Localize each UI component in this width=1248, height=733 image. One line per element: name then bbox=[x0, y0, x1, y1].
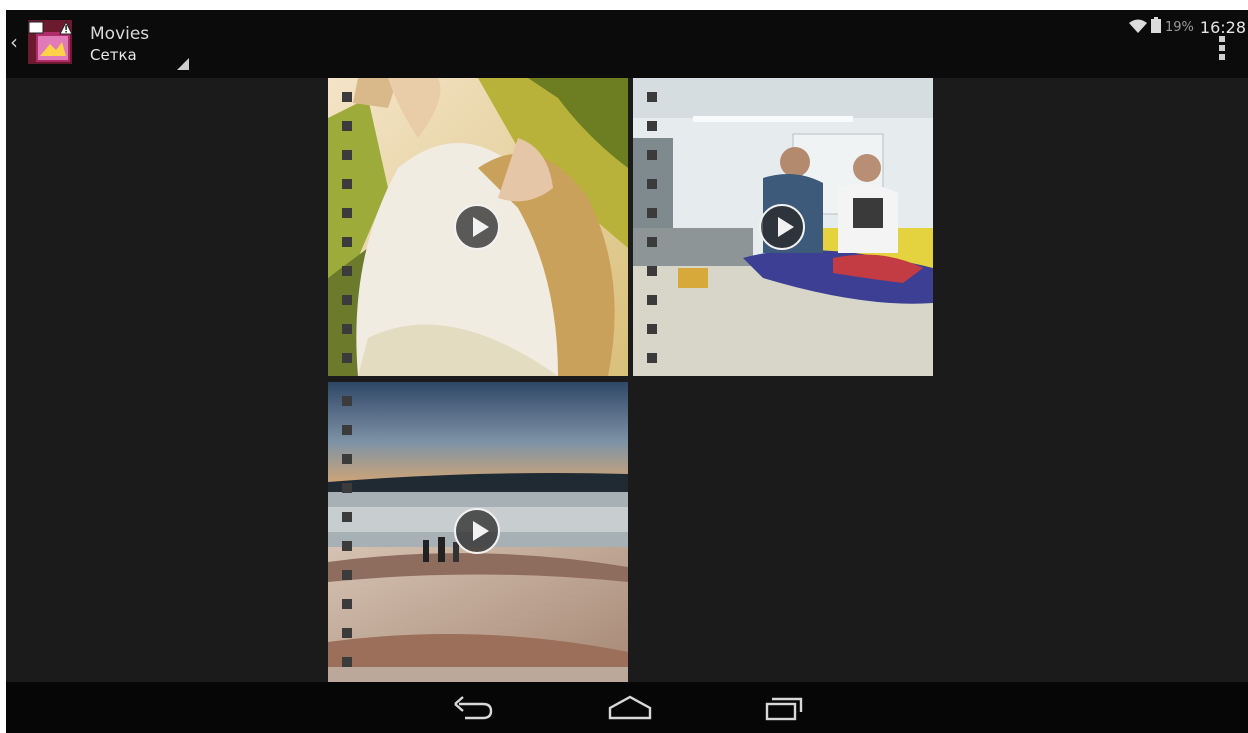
navigation-bar bbox=[6, 682, 1248, 733]
battery-icon bbox=[1150, 17, 1161, 37]
play-icon[interactable] bbox=[759, 204, 805, 250]
video-thumbnail[interactable] bbox=[328, 382, 628, 682]
up-caret-icon[interactable]: ‹ bbox=[10, 32, 18, 52]
video-thumbnail[interactable] bbox=[633, 78, 933, 376]
view-mode-label: Сетка bbox=[90, 46, 137, 64]
film-sprocket-strip bbox=[342, 92, 352, 376]
status-bar: 19% 16:28 bbox=[1128, 16, 1246, 38]
clock: 16:28 bbox=[1199, 17, 1246, 37]
wifi-icon bbox=[1128, 18, 1147, 37]
film-sprocket-strip bbox=[342, 396, 352, 680]
action-bar: ‹ Movies Сетка 19% 16:28 bbox=[6, 10, 1248, 78]
dropdown-corner-icon[interactable] bbox=[177, 58, 189, 70]
back-icon[interactable] bbox=[451, 694, 495, 722]
gallery-app-icon[interactable] bbox=[28, 20, 73, 64]
gallery-screen: ‹ Movies Сетка 19% 16:28 bbox=[6, 10, 1248, 733]
film-sprocket-strip bbox=[647, 92, 657, 376]
video-thumbnail[interactable] bbox=[328, 78, 628, 376]
app-title: Movies bbox=[90, 24, 150, 44]
play-icon[interactable] bbox=[454, 508, 500, 554]
battery-percent: 19% bbox=[1164, 19, 1194, 35]
home-icon[interactable] bbox=[606, 694, 652, 722]
overflow-menu-icon[interactable] bbox=[1219, 36, 1225, 60]
title-dropdown[interactable]: Movies Сетка bbox=[90, 24, 149, 65]
play-icon[interactable] bbox=[454, 204, 500, 250]
recents-icon[interactable] bbox=[763, 694, 807, 722]
